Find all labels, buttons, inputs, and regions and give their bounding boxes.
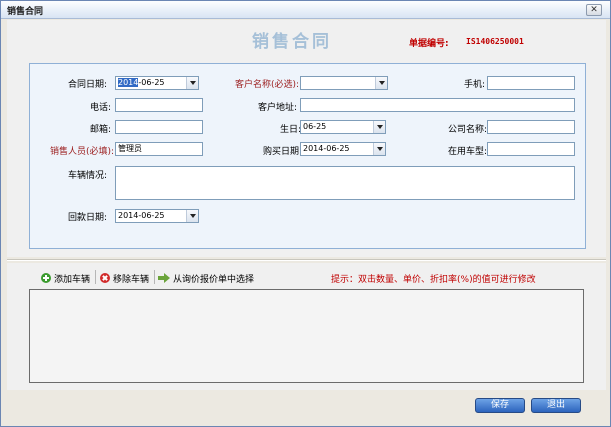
salesperson-value: 管理员 [118,144,142,153]
arrow-right-icon [158,273,170,283]
birthday-value: 06-25 [303,122,327,131]
salesperson-label: 销售人员(必填): [50,147,115,157]
chevron-down-icon[interactable] [375,77,387,89]
vehicle-list-section: 添加车辆 移除车辆 从询价报价单中选择 提示：双击数量、单价、折扣率(%)的值可… [7,263,606,390]
chevron-down-icon[interactable] [186,210,198,222]
page-title: 销售合同 [252,32,332,52]
customer-name-label: 客户名称(必选): [235,80,300,90]
vehicle-info-textarea[interactable] [115,166,575,200]
phone-input[interactable] [115,98,203,112]
mobile-input[interactable] [487,76,575,90]
payment-date-value: 2014-06-25 [118,211,165,220]
phone-label: 电话: [90,103,112,113]
payment-date-picker[interactable]: 2014-06-25 [115,209,199,223]
email-input[interactable] [115,120,203,134]
birthday-picker[interactable]: 06-25 [300,120,386,134]
section-divider [7,259,606,261]
exit-button[interactable]: 退出 [531,398,581,413]
company-name-label: 公司名称: [448,125,488,135]
toolbar-separator [154,270,155,284]
save-button[interactable]: 保存 [475,398,525,413]
close-button[interactable]: ✕ [586,4,602,16]
vehicle-info-label: 车辆情况: [68,171,108,181]
add-vehicle-label: 添加车辆 [54,274,91,285]
select-from-quote-label: 从询价报价单中选择 [173,274,255,285]
contract-date-rest: -06-25 [138,78,165,87]
contract-form-panel: 合同日期: 2014-06-25 客户名称(必选): 手机: 电话: 客户地址:… [29,63,586,249]
customer-address-input[interactable] [300,98,575,112]
toolbar-separator [95,270,96,284]
chevron-down-icon[interactable] [373,121,385,133]
contract-header-section: 销售合同 单据编号: IS1406250001 合同日期: 2014-06-25… [7,20,606,257]
payment-date-label: 回款日期: [68,213,108,223]
close-icon: ✕ [590,5,598,15]
doc-no-label: 单据编号: [409,39,449,49]
contract-date-label: 合同日期: [68,80,108,90]
vehicle-in-use-input[interactable] [487,142,575,156]
window-title: 销售合同 [7,7,44,17]
chevron-down-icon[interactable] [373,143,385,155]
contract-date-year: 2014 [118,78,139,87]
mobile-label: 手机: [464,80,486,90]
purchase-date-label: 购买日期: [263,147,303,157]
add-icon [41,273,51,283]
title-bar: 销售合同 ✕ [1,1,610,19]
doc-no-value: IS1406250001 [466,37,524,46]
salesperson-input[interactable]: 管理员 [115,142,203,156]
purchase-date-value: 2014-06-25 [303,144,350,153]
purchase-date-picker[interactable]: 2014-06-25 [300,142,386,156]
remove-vehicle-label: 移除车辆 [113,274,150,285]
select-from-quote-button[interactable]: 从询价报价单中选择 [158,271,254,285]
customer-address-label: 客户地址: [258,103,298,113]
company-name-input[interactable] [487,120,575,134]
edit-hint: 提示：双击数量、单价、折扣率(%)的值可进行修改 [331,275,536,285]
chevron-down-icon[interactable] [186,77,198,89]
vehicle-grid[interactable] [29,289,584,383]
vehicle-in-use-label: 在用车型: [448,147,488,157]
sales-contract-window: 销售合同 ✕ 销售合同 单据编号: IS1406250001 合同日期: 201… [0,0,611,427]
birthday-label: 生日: [280,125,302,135]
remove-icon [100,273,110,283]
contract-date-picker[interactable]: 2014-06-25 [115,76,199,90]
remove-vehicle-button[interactable]: 移除车辆 [100,271,149,285]
customer-name-select[interactable] [300,76,388,90]
email-label: 邮箱: [90,125,112,135]
add-vehicle-button[interactable]: 添加车辆 [41,271,90,285]
